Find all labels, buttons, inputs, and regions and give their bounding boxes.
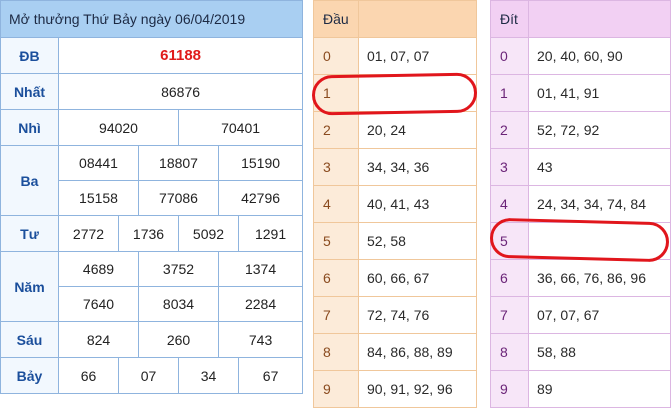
- prize-value-sau: 260: [138, 321, 219, 358]
- prize-label-nhi: Nhì: [0, 109, 59, 146]
- prize-value-tu: 1736: [118, 215, 179, 252]
- prize-value-ba: 15158: [58, 180, 139, 216]
- prize-value-nam: 8034: [138, 286, 219, 322]
- dit-value: 52, 72, 92: [528, 111, 671, 149]
- dit-key: 5: [490, 222, 529, 260]
- dau-value: 90, 91, 92, 96: [358, 370, 477, 408]
- dit-value: 20, 40, 60, 90: [528, 37, 671, 75]
- dau-value: [358, 74, 477, 112]
- prize-label-tu: Tư: [0, 215, 59, 252]
- prize-value-bay: 66: [58, 357, 119, 394]
- results-table: Mở thưởng Thứ Bảy ngày 06/04/2019 ĐB 611…: [0, 0, 304, 394]
- dau-header: Đầu: [313, 0, 359, 38]
- prize-value-tu: 2772: [58, 215, 119, 252]
- dau-key: 1: [313, 74, 359, 112]
- dit-value: 07, 07, 67: [528, 296, 671, 334]
- dau-key: 5: [313, 222, 359, 260]
- dau-header-blank: [358, 0, 477, 38]
- dau-key: 0: [313, 37, 359, 75]
- dit-header-blank: [528, 0, 671, 38]
- prize-label-ba: Ba: [0, 145, 59, 216]
- prize-value-bay: 07: [118, 357, 179, 394]
- prize-value-nhi: 70401: [177, 109, 304, 146]
- dau-key: 6: [313, 259, 359, 297]
- dau-value: 84, 86, 88, 89: [358, 333, 477, 371]
- prize-value-nhat: 86876: [57, 73, 304, 110]
- dit-key: 6: [490, 259, 529, 297]
- dau-key: 2: [313, 111, 359, 149]
- prize-label-nhat: Nhất: [0, 73, 59, 110]
- dit-key: 0: [490, 37, 529, 75]
- dit-value: 01, 41, 91: [528, 74, 671, 112]
- dau-table: Đầu 0 01, 07, 07 1 2 20, 24 3 34, 34, 36 44…: [313, 0, 477, 408]
- dau-value: 72, 74, 76: [358, 296, 477, 334]
- dit-value: 36, 66, 76, 86, 96: [528, 259, 671, 297]
- prize-label-sau: Sáu: [0, 321, 59, 358]
- prize-value-nam: 7640: [58, 286, 139, 322]
- dau-key: 4: [313, 185, 359, 223]
- dit-key: 8: [490, 333, 529, 371]
- prize-value-ba: 77086: [138, 180, 219, 216]
- dit-key: 2: [490, 111, 529, 149]
- prize-value-ba: 42796: [217, 180, 304, 216]
- dit-value: 24, 34, 34, 74, 84: [528, 185, 671, 223]
- dau-key: 7: [313, 296, 359, 334]
- dau-value: 60, 66, 67: [358, 259, 477, 297]
- dit-value: 89: [528, 370, 671, 408]
- prize-value-nam: 3752: [138, 251, 219, 287]
- dit-value: [528, 222, 671, 260]
- prize-value-ba: 08441: [58, 145, 139, 181]
- results-title: Mở thưởng Thứ Bảy ngày 06/04/2019: [0, 0, 304, 38]
- dit-key: 3: [490, 148, 529, 186]
- prize-value-ba: 18807: [138, 145, 219, 181]
- dau-value: 40, 41, 43: [358, 185, 477, 223]
- dit-header: Đít: [490, 0, 529, 38]
- dit-table: Đít 0 20, 40, 60, 90 1 01, 41, 91 2 52, 72,…: [490, 0, 671, 408]
- prize-value-nam: 4689: [58, 251, 139, 287]
- prize-value-sau: 824: [58, 321, 139, 358]
- prize-label-nam: Năm: [0, 251, 59, 322]
- prize-label-db: ĐB: [0, 37, 59, 74]
- dit-key: 7: [490, 296, 529, 334]
- prize-value-nam: 2284: [217, 286, 304, 322]
- dit-value: 43: [528, 148, 671, 186]
- dau-value: 01, 07, 07: [358, 37, 477, 75]
- prize-value-ba: 15190: [217, 145, 304, 181]
- dau-key: 8: [313, 333, 359, 371]
- dit-value: 58, 88: [528, 333, 671, 371]
- dit-key: 1: [490, 74, 529, 112]
- dit-key: 4: [490, 185, 529, 223]
- prize-value-bay: 67: [237, 357, 304, 394]
- prize-value-tu: 5092: [178, 215, 239, 252]
- dit-key: 9: [490, 370, 529, 408]
- prize-value-nhi: 94020: [58, 109, 179, 146]
- prize-value-sau: 743: [217, 321, 304, 358]
- dau-value: 34, 34, 36: [358, 148, 477, 186]
- prize-value-tu: 1291: [237, 215, 304, 252]
- dau-key: 3: [313, 148, 359, 186]
- dau-value: 52, 58: [358, 222, 477, 260]
- dau-key: 9: [313, 370, 359, 408]
- prize-value-db: 61188: [57, 37, 304, 74]
- prize-value-nam: 1374: [217, 251, 304, 287]
- prize-label-bay: Bảy: [0, 357, 59, 394]
- prize-value-bay: 34: [178, 357, 239, 394]
- dau-value: 20, 24: [358, 111, 477, 149]
